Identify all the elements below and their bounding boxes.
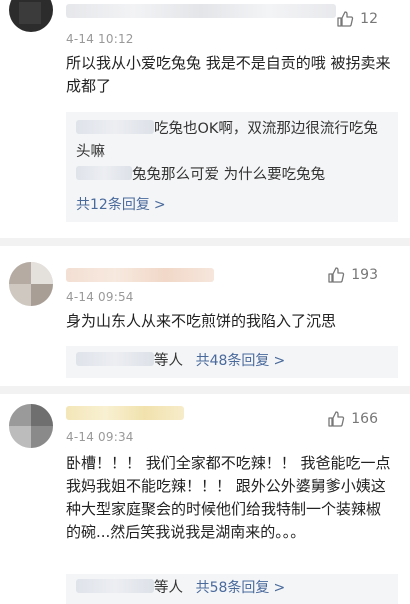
like-count: 12: [360, 11, 378, 27]
reply-text: 兔兔那么可爱 为什么要吃兔兔: [132, 167, 326, 183]
thumbs-up-icon: [336, 10, 354, 28]
comment-item: 4-14 09:54 193 身为山东人从来不吃煎饼的我陷入了沉思 等人 共48…: [0, 246, 410, 384]
chevron-right-icon: >: [273, 580, 286, 596]
comment-item: 4-14 09:34 166 卧槽！！！ 我们全家都不吃辣！！ 我爸能吃一点 我…: [0, 394, 410, 604]
view-replies-link[interactable]: 共58条回复 >: [196, 580, 286, 596]
reply-username-blurred[interactable]: [76, 120, 154, 134]
like-count: 193: [351, 267, 378, 283]
reply-preview-box[interactable]: 吃兔也OK啊，双流那边很流行吃兔头嘛 兔兔那么可爱 为什么要吃兔兔 共12条回复…: [66, 112, 398, 222]
username-blurred[interactable]: [66, 406, 184, 420]
avatar[interactable]: [9, 0, 53, 32]
view-replies-link[interactable]: 共48条回复 >: [196, 353, 286, 369]
reply-users-suffix: 等人: [154, 353, 183, 369]
like-button[interactable]: 166: [327, 410, 378, 428]
reply-summary: 等人 共48条回复 >: [76, 350, 388, 373]
reply-preview-box[interactable]: 等人 共48条回复 >: [66, 346, 398, 378]
comment-text: 身为山东人从来不吃煎饼的我陷入了沉思: [66, 312, 337, 330]
comment-date: 4-14 10:12: [66, 32, 134, 46]
comment-date: 4-14 09:34: [66, 430, 134, 444]
reply-item: 兔兔那么可爱 为什么要吃兔兔: [76, 164, 388, 187]
avatar[interactable]: [9, 262, 53, 306]
thumbs-up-icon: [327, 410, 345, 428]
reply-preview-box[interactable]: 等人 共58条回复 >: [66, 574, 398, 604]
reply-username-blurred[interactable]: [76, 579, 154, 593]
divider: [0, 238, 410, 246]
reply-summary: 等人 共58条回复 >: [76, 577, 388, 600]
avatar[interactable]: [9, 404, 53, 448]
reply-username-blurred[interactable]: [76, 166, 132, 180]
comment-text: 卧槽！！！ 我们全家都不吃辣！！ 我爸能吃一点 我妈我姐不能吃辣！！！ 跟外公外…: [66, 454, 391, 541]
like-button[interactable]: 12: [336, 10, 378, 28]
thumbs-up-icon: [327, 266, 345, 284]
view-replies-link[interactable]: 共12条回复 >: [76, 194, 166, 214]
like-button[interactable]: 193: [327, 266, 378, 284]
comment-text: 所以我从小爱吃兔兔 我是不是自贡的哦 被拐卖来成都了: [66, 54, 391, 95]
chevron-right-icon: >: [153, 197, 166, 213]
chevron-right-icon: >: [273, 353, 286, 369]
reply-users-suffix: 等人: [154, 580, 183, 596]
reply-item: 吃兔也OK啊，双流那边很流行吃兔头嘛: [76, 118, 388, 164]
comment-date: 4-14 09:54: [66, 290, 134, 304]
username-blurred[interactable]: [66, 268, 214, 282]
divider: [0, 386, 410, 394]
comment-item: 4-14 10:12 12 所以我从小爱吃兔兔 我是不是自贡的哦 被拐卖来成都了…: [0, 0, 410, 232]
reply-username-blurred[interactable]: [76, 352, 154, 366]
username-blurred[interactable]: [66, 4, 336, 18]
like-count: 166: [351, 411, 378, 427]
